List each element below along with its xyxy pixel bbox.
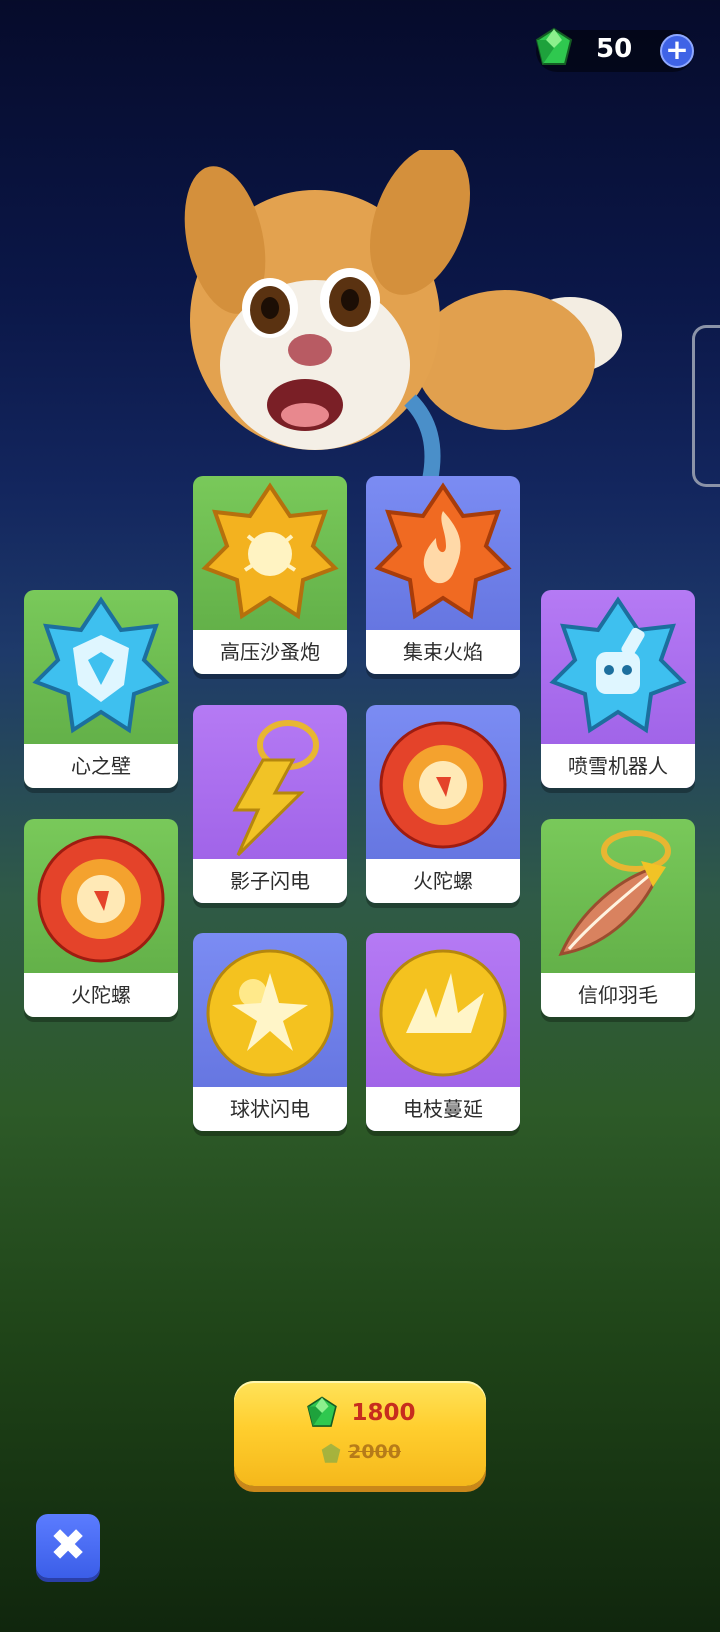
original-price: 2000 — [348, 1441, 401, 1463]
card-item[interactable]: 影子闪电 — [193, 705, 347, 903]
feather-charm-icon — [558, 830, 671, 956]
dog-character-image — [184, 150, 622, 482]
gold-lightning-orb-icon — [206, 949, 334, 1077]
orange-star-flame-icon — [374, 482, 512, 620]
gold-star-spider-icon — [201, 482, 339, 620]
card-label: 集束火焰 — [366, 630, 520, 674]
gem-count: 50 — [596, 34, 633, 64]
card-item[interactable]: 火陀螺 — [366, 705, 520, 903]
card-item[interactable]: 高压沙蚤炮 — [193, 476, 347, 674]
card-label: 影子闪电 — [193, 859, 347, 903]
lightning-charm-icon — [232, 720, 319, 857]
card-label: 电枝蔓延 — [366, 1087, 520, 1131]
blue-star-shield-icon — [32, 596, 170, 734]
card-item[interactable]: 集束火焰 — [366, 476, 520, 674]
card-label: 心之壁 — [24, 744, 178, 788]
gem-icon-small — [321, 1443, 341, 1463]
fire-orb-icon — [379, 721, 507, 849]
card-label: 高压沙蚤炮 — [193, 630, 347, 674]
card-item[interactable]: 电枝蔓延 — [366, 933, 520, 1131]
gem-balance: 50 + — [535, 27, 694, 72]
close-button[interactable]: ✖ — [36, 1514, 100, 1578]
card-item[interactable]: 球状闪电 — [193, 933, 347, 1131]
card-label: 火陀螺 — [24, 973, 178, 1017]
card-item[interactable]: 心之壁 — [24, 590, 178, 788]
card-item[interactable]: 信仰羽毛 — [541, 819, 695, 1017]
card-label: 球状闪电 — [193, 1087, 347, 1131]
close-icon: ✖ — [49, 1520, 87, 1571]
fire-orb-icon — [37, 835, 165, 963]
card-label: 喷雪机器人 — [541, 744, 695, 788]
green-gem-icon — [535, 27, 573, 65]
add-gems-button[interactable]: + — [660, 34, 694, 68]
blue-star-robot-icon — [549, 596, 687, 734]
gold-spark-orb-icon — [379, 949, 507, 1077]
plus-icon: + — [665, 33, 689, 66]
green-gem-icon — [307, 1396, 338, 1427]
buy-button[interactable]: 1800 2000 — [234, 1381, 486, 1486]
card-item[interactable]: 火陀螺 — [24, 819, 178, 1017]
current-price: 1800 — [351, 1400, 416, 1426]
card-label: 火陀螺 — [366, 859, 520, 903]
card-label: 信仰羽毛 — [541, 973, 695, 1017]
card-item[interactable]: 喷雪机器人 — [541, 590, 695, 788]
side-panel-tab[interactable] — [692, 325, 720, 487]
